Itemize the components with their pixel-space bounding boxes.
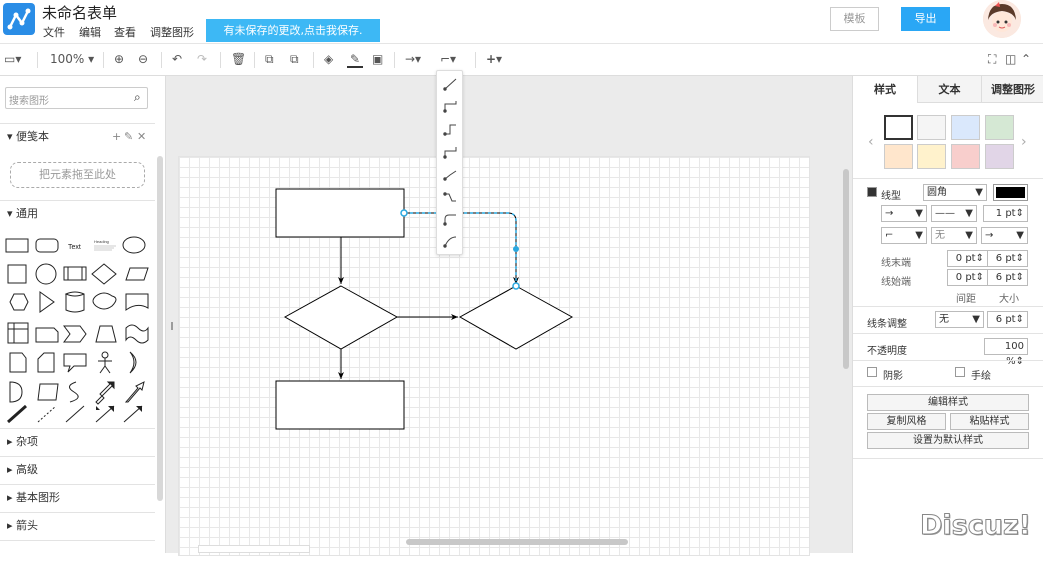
- style-swatch-6[interactable]: [917, 144, 946, 169]
- style-swatch-7[interactable]: [951, 144, 980, 169]
- divider: [853, 458, 1043, 459]
- line-jump-value: 无: [939, 314, 949, 325]
- collapse-icon[interactable]: ⌃: [1021, 52, 1031, 66]
- waypoint-horizontal-icon: [443, 124, 456, 136]
- opacity-label: 不透明度: [867, 346, 907, 357]
- start-spacing-value: 0 pt: [955, 272, 976, 283]
- tab-text[interactable]: 文本: [917, 76, 981, 103]
- line-width-input[interactable]: 1 pt⇕: [983, 205, 1028, 222]
- line-end-label: 线末端: [881, 258, 911, 269]
- edit-style-button[interactable]: 编辑样式: [867, 394, 1029, 411]
- style-swatch-2[interactable]: [917, 115, 946, 140]
- size-label: 大小: [999, 294, 1019, 305]
- copy-style-button[interactable]: 复制风格: [867, 413, 946, 430]
- line-checkbox[interactable]: [867, 187, 877, 197]
- style-swatch-8[interactable]: [985, 144, 1014, 169]
- divider: [853, 333, 1043, 334]
- shadow-checkbox[interactable]: [867, 367, 877, 377]
- end-size-input[interactable]: 6 pt⇕: [987, 250, 1028, 267]
- process-box-bottom: [275, 380, 405, 430]
- end-size-value: 6 pt: [995, 253, 1016, 264]
- waypoint-vertical-icon: [443, 147, 457, 159]
- dash-pattern-select[interactable]: —— ▼: [931, 205, 977, 222]
- end-spacing-input[interactable]: 0 pt⇕: [947, 250, 988, 267]
- line-jump-size-value: 6 pt: [995, 314, 1016, 325]
- line-jump-label: 线条调整: [867, 319, 907, 330]
- line-start-value: 无: [935, 230, 945, 241]
- decision-diamond-left: [283, 285, 399, 350]
- fullscreen-icon[interactable]: ⛶: [988, 52, 996, 66]
- divider: [853, 360, 1043, 361]
- format-panel: 样式 文本 调整图形 ‹ › 线型 圆角 ▼ → ▼ —— ▼ 1 pt⇕ ⌐ ▼…: [852, 76, 1043, 553]
- process-box-top: [275, 188, 405, 238]
- waypoint-isometric-icon: [443, 170, 457, 181]
- line-color-swatch: [996, 187, 1025, 198]
- connector-end-handle: [512, 282, 520, 290]
- paste-style-button[interactable]: 粘贴样式: [950, 413, 1029, 430]
- waypoint-style-menu: [436, 70, 463, 255]
- spacing-label: 间距: [956, 294, 976, 305]
- format-toggle-icon[interactable]: ◫: [1005, 52, 1016, 66]
- line-style-value: 圆角: [927, 187, 947, 198]
- chevron-right-icon[interactable]: ›: [1021, 134, 1027, 150]
- line-label: 线型: [881, 191, 901, 202]
- line-jump-select[interactable]: 无 ▼: [935, 311, 984, 328]
- line-style-select[interactable]: 圆角 ▼: [923, 184, 987, 201]
- style-swatch-3[interactable]: [951, 115, 980, 140]
- waypoint-curved-icon: [443, 236, 457, 248]
- avatar[interactable]: [983, 0, 1021, 38]
- start-spacing-input[interactable]: 0 pt⇕: [947, 269, 988, 286]
- decision-diamond-right: [458, 285, 574, 350]
- sketch-checkbox[interactable]: [955, 367, 965, 377]
- start-size-input[interactable]: 6 pt⇕: [987, 269, 1028, 286]
- divider: [853, 306, 1043, 307]
- line-width-value: 1 pt: [995, 208, 1016, 219]
- style-swatch-4[interactable]: [985, 115, 1014, 140]
- tab-style[interactable]: 样式: [853, 76, 917, 103]
- shadow-label: 阴影: [883, 371, 903, 382]
- waypoint-rounded-icon: [443, 214, 456, 226]
- waypoint-orthogonal-icon: [443, 101, 457, 113]
- waypoint-straight-icon: [443, 78, 457, 91]
- watermark: Discuz!: [920, 510, 1032, 542]
- end-spacing-value: 0 pt: [955, 253, 976, 264]
- opacity-value: 100 %: [1004, 341, 1024, 367]
- diagram-layer: [275, 188, 574, 430]
- line-color-picker[interactable]: [993, 184, 1028, 201]
- connector-waypoint-handle: [513, 246, 519, 252]
- line-start-select[interactable]: 无 ▼: [931, 227, 977, 244]
- tab-arrange[interactable]: 调整图形: [981, 76, 1043, 103]
- style-swatch-1[interactable]: [884, 115, 913, 140]
- style-swatch-5[interactable]: [884, 144, 913, 169]
- chevron-left-icon[interactable]: ‹: [868, 134, 874, 150]
- line-start-label: 线始端: [881, 277, 911, 288]
- set-default-style-button[interactable]: 设置为默认样式: [867, 432, 1029, 449]
- divider: [853, 178, 1043, 179]
- waypoint-select[interactable]: ⌐ ▼: [881, 227, 927, 244]
- connector-type-select[interactable]: → ▼: [881, 205, 927, 222]
- line-jump-size-input[interactable]: 6 pt⇕: [987, 311, 1028, 328]
- line-end-select[interactable]: → ▼: [981, 227, 1028, 244]
- waypoint-entity-icon: [443, 192, 456, 202]
- divider: [853, 386, 1043, 387]
- connector-start-handle: [400, 209, 408, 217]
- opacity-input[interactable]: 100 %⇕: [984, 338, 1028, 367]
- export-button[interactable]: 导出: [901, 7, 950, 31]
- start-size-value: 6 pt: [995, 272, 1016, 283]
- sketch-label: 手绘: [971, 371, 991, 382]
